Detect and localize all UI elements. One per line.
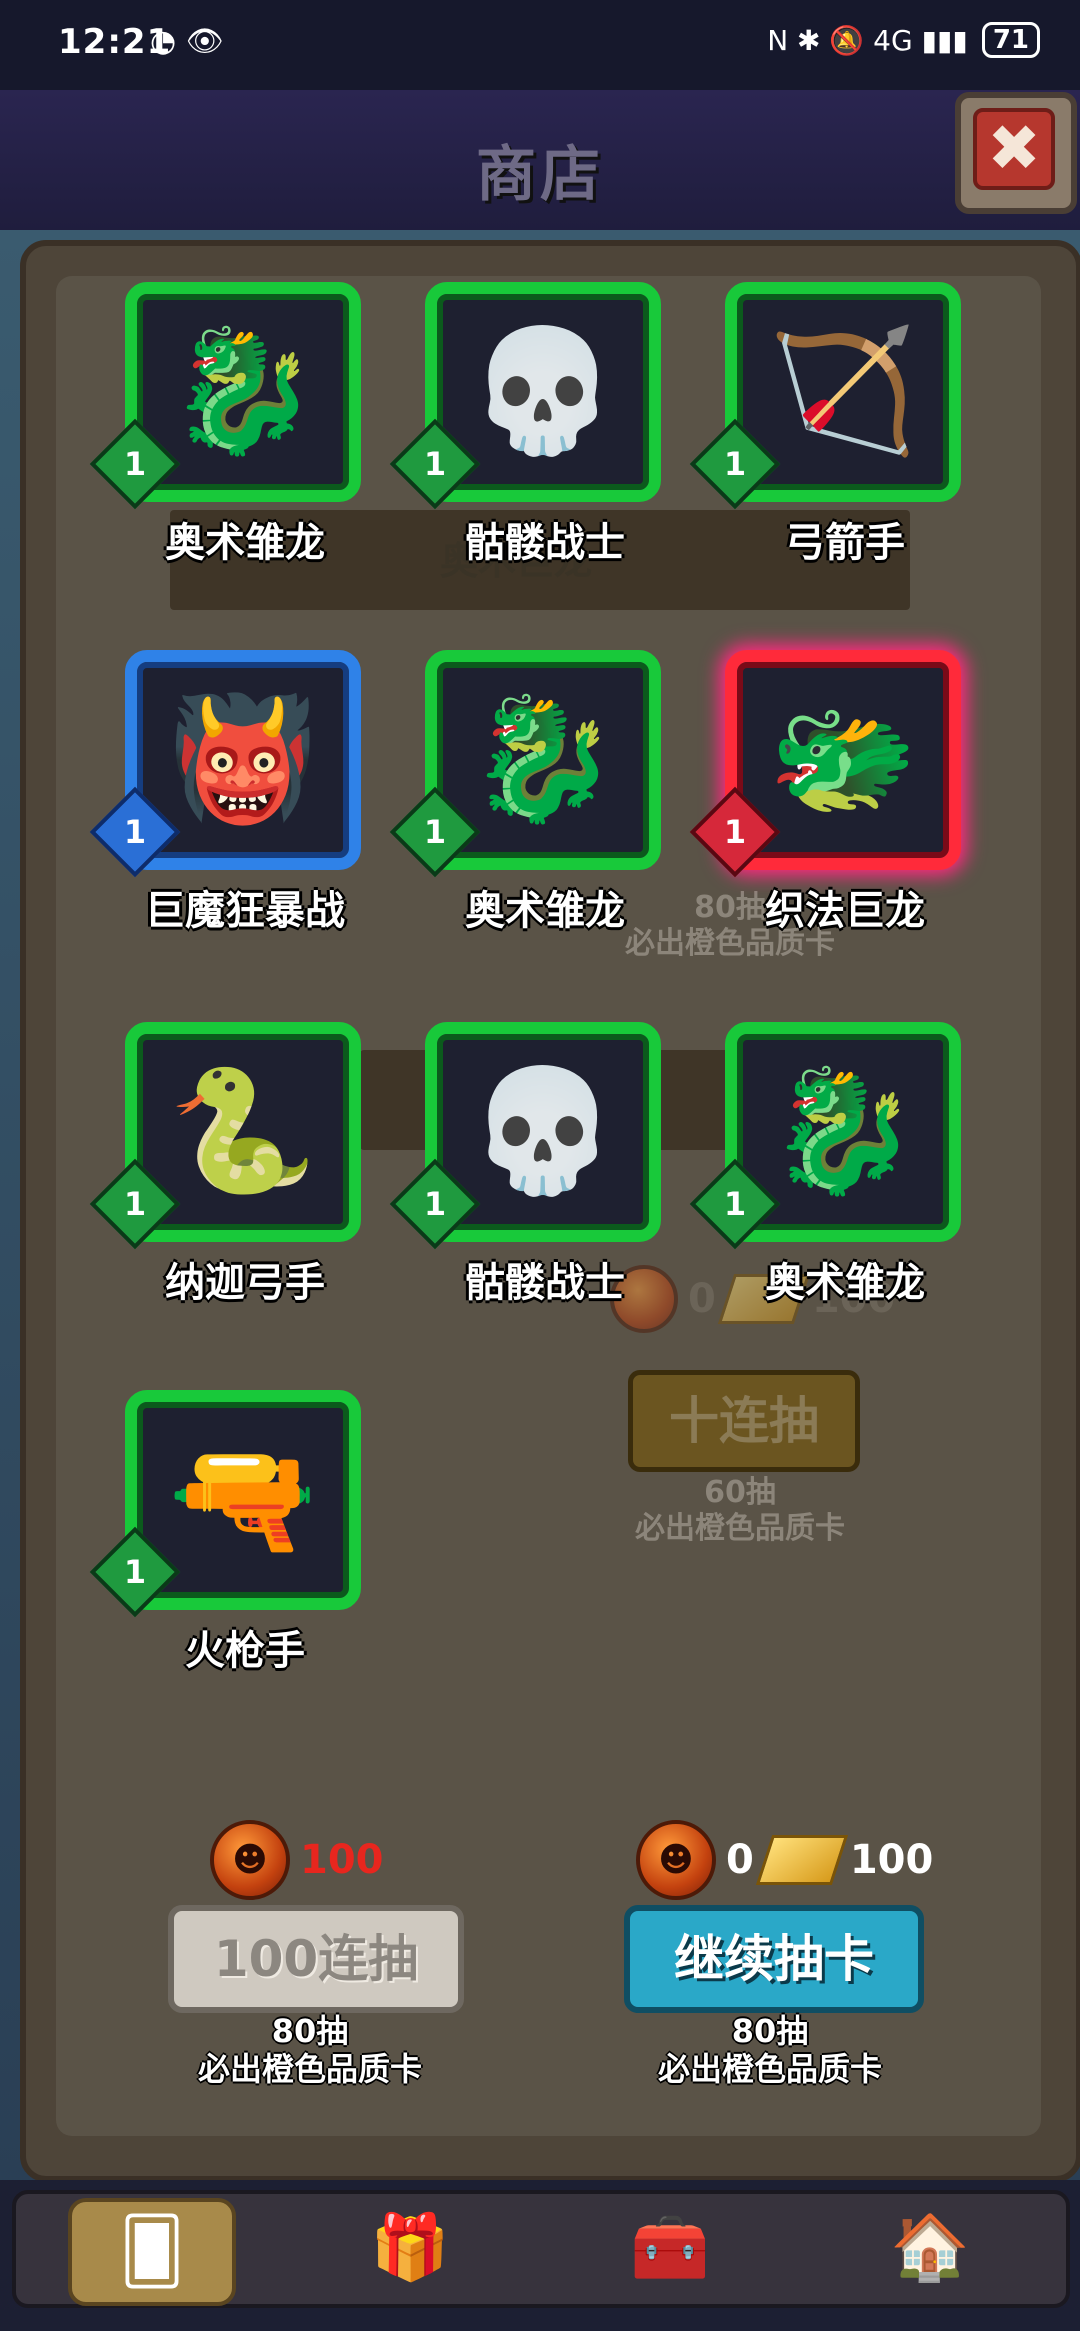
page-title: 商店 — [476, 140, 604, 210]
card-9[interactable]: 🐉 1 奥术雏龙 — [689, 1022, 961, 1306]
card-1[interactable]: 🐉 1 奥术雏龙 — [89, 282, 361, 566]
tavern-icon: 🏠 — [890, 2211, 970, 2285]
treasure-chest-icon: 🧰 — [630, 2211, 710, 2285]
gift-box-icon: 🎁 — [370, 2211, 450, 2285]
left-cost: ☻ 100 — [210, 1820, 384, 1900]
card-4[interactable]: 👹 1 巨魔狂暴战 — [89, 650, 361, 934]
card-level: 1 — [723, 813, 747, 851]
card-name: 织法巨龙 — [765, 888, 925, 934]
card-10[interactable]: 🔫 1 火枪手 — [89, 1390, 361, 1674]
card-level: 1 — [123, 1553, 147, 1591]
card-level: 1 — [123, 1185, 147, 1223]
close-icon: ✖ — [973, 108, 1055, 190]
continue-draw-button[interactable]: 继续抽卡 — [624, 1905, 924, 2013]
right-pity-note: 80抽 必出橙色品质卡 — [657, 2012, 882, 2088]
card-level: 1 — [123, 813, 147, 851]
background-note-mid: 60抽 必出橙色品质卡 — [635, 1475, 845, 1546]
card-level: 1 — [723, 445, 747, 483]
ten-pull-button: 十连抽 — [628, 1370, 860, 1472]
nav-chests[interactable]: 🧰 — [590, 2198, 750, 2298]
status-bar: 12:21 ◔ 👁 N ✱ 🔕 4G ▮▮▮ 71 — [0, 0, 1080, 90]
card-2[interactable]: 💀 1 骷髅战士 — [389, 282, 661, 566]
card-name: 奥术雏龙 — [765, 1260, 925, 1306]
card-name: 弓箭手 — [785, 520, 905, 566]
battery-icon: 71 — [981, 22, 1040, 58]
card-3[interactable]: 🏹 1 弓箭手 — [689, 282, 961, 566]
skeleton-warrior-icon: 💀 — [468, 1062, 618, 1201]
card-deck-icon: 🂠 — [119, 2215, 185, 2289]
status-left-icons: ◔ 👁 — [150, 24, 224, 59]
skeleton-warrior-icon: 💀 — [468, 322, 618, 461]
card-name: 火枪手 — [185, 1628, 305, 1674]
gold-count: 100 — [849, 1837, 934, 1883]
nav-tavern[interactable]: 🏠 — [850, 2198, 1010, 2298]
card-name: 纳迦弓手 — [165, 1260, 325, 1306]
left-pity-note: 80抽 必出橙色品质卡 — [197, 2012, 422, 2088]
gold-bar-icon — [755, 1835, 848, 1885]
nav-cards[interactable]: 🂠 — [68, 2198, 236, 2306]
card-name: 奥术雏龙 — [465, 888, 625, 934]
purple-dragon-icon: 🐉 — [768, 1062, 918, 1201]
naga-archer-icon: 🐍 — [168, 1062, 318, 1201]
card-5[interactable]: 🐉 1 奥术雏龙 — [389, 650, 661, 934]
demon-coin-icon: ☻ — [636, 1820, 716, 1900]
card-6[interactable]: 🐲 1 织法巨龙 — [689, 650, 961, 934]
right-resources: ☻ 0 100 — [636, 1820, 933, 1900]
card-level: 1 — [423, 1185, 447, 1223]
card-level: 1 — [723, 1185, 747, 1223]
demon-coin-icon: ☻ — [210, 1820, 290, 1900]
bottom-nav: 🂠 🎁 🧰 🏠 — [0, 2180, 1080, 2331]
coin-count: 0 — [726, 1837, 754, 1883]
purple-dragon-icon: 🐉 — [468, 690, 618, 829]
nav-gifts[interactable]: 🎁 — [330, 2198, 490, 2298]
purple-dragon-icon: 🐉 — [168, 322, 318, 461]
network-icons: N ✱ 🔕 4G ▮▮▮ — [767, 23, 968, 57]
card-level: 1 — [423, 445, 447, 483]
card-name: 奥术雏龙 — [165, 520, 325, 566]
card-name: 骷髅战士 — [465, 1260, 625, 1306]
shop-header: 商店 — [0, 90, 1080, 230]
card-name: 巨魔狂暴战 — [145, 888, 345, 934]
archer-icon: 🏹 — [768, 322, 918, 461]
hundred-pull-button[interactable]: 100连抽 — [168, 1905, 464, 2013]
card-7[interactable]: 🐍 1 纳迦弓手 — [89, 1022, 361, 1306]
card-level: 1 — [123, 445, 147, 483]
close-button[interactable]: ✖ — [955, 92, 1077, 214]
musketeer-icon: 🔫 — [168, 1430, 318, 1569]
card-name: 骷髅战士 — [465, 520, 625, 566]
status-right-icons: N ✱ 🔕 4G ▮▮▮ 71 — [767, 22, 1040, 58]
card-8[interactable]: 💀 1 骷髅战士 — [389, 1022, 661, 1306]
spellweaver-dragon-icon: 🐲 — [768, 690, 918, 829]
troll-berserker-icon: 👹 — [168, 690, 318, 829]
card-level: 1 — [423, 813, 447, 851]
left-cost-value: 100 — [300, 1837, 384, 1883]
